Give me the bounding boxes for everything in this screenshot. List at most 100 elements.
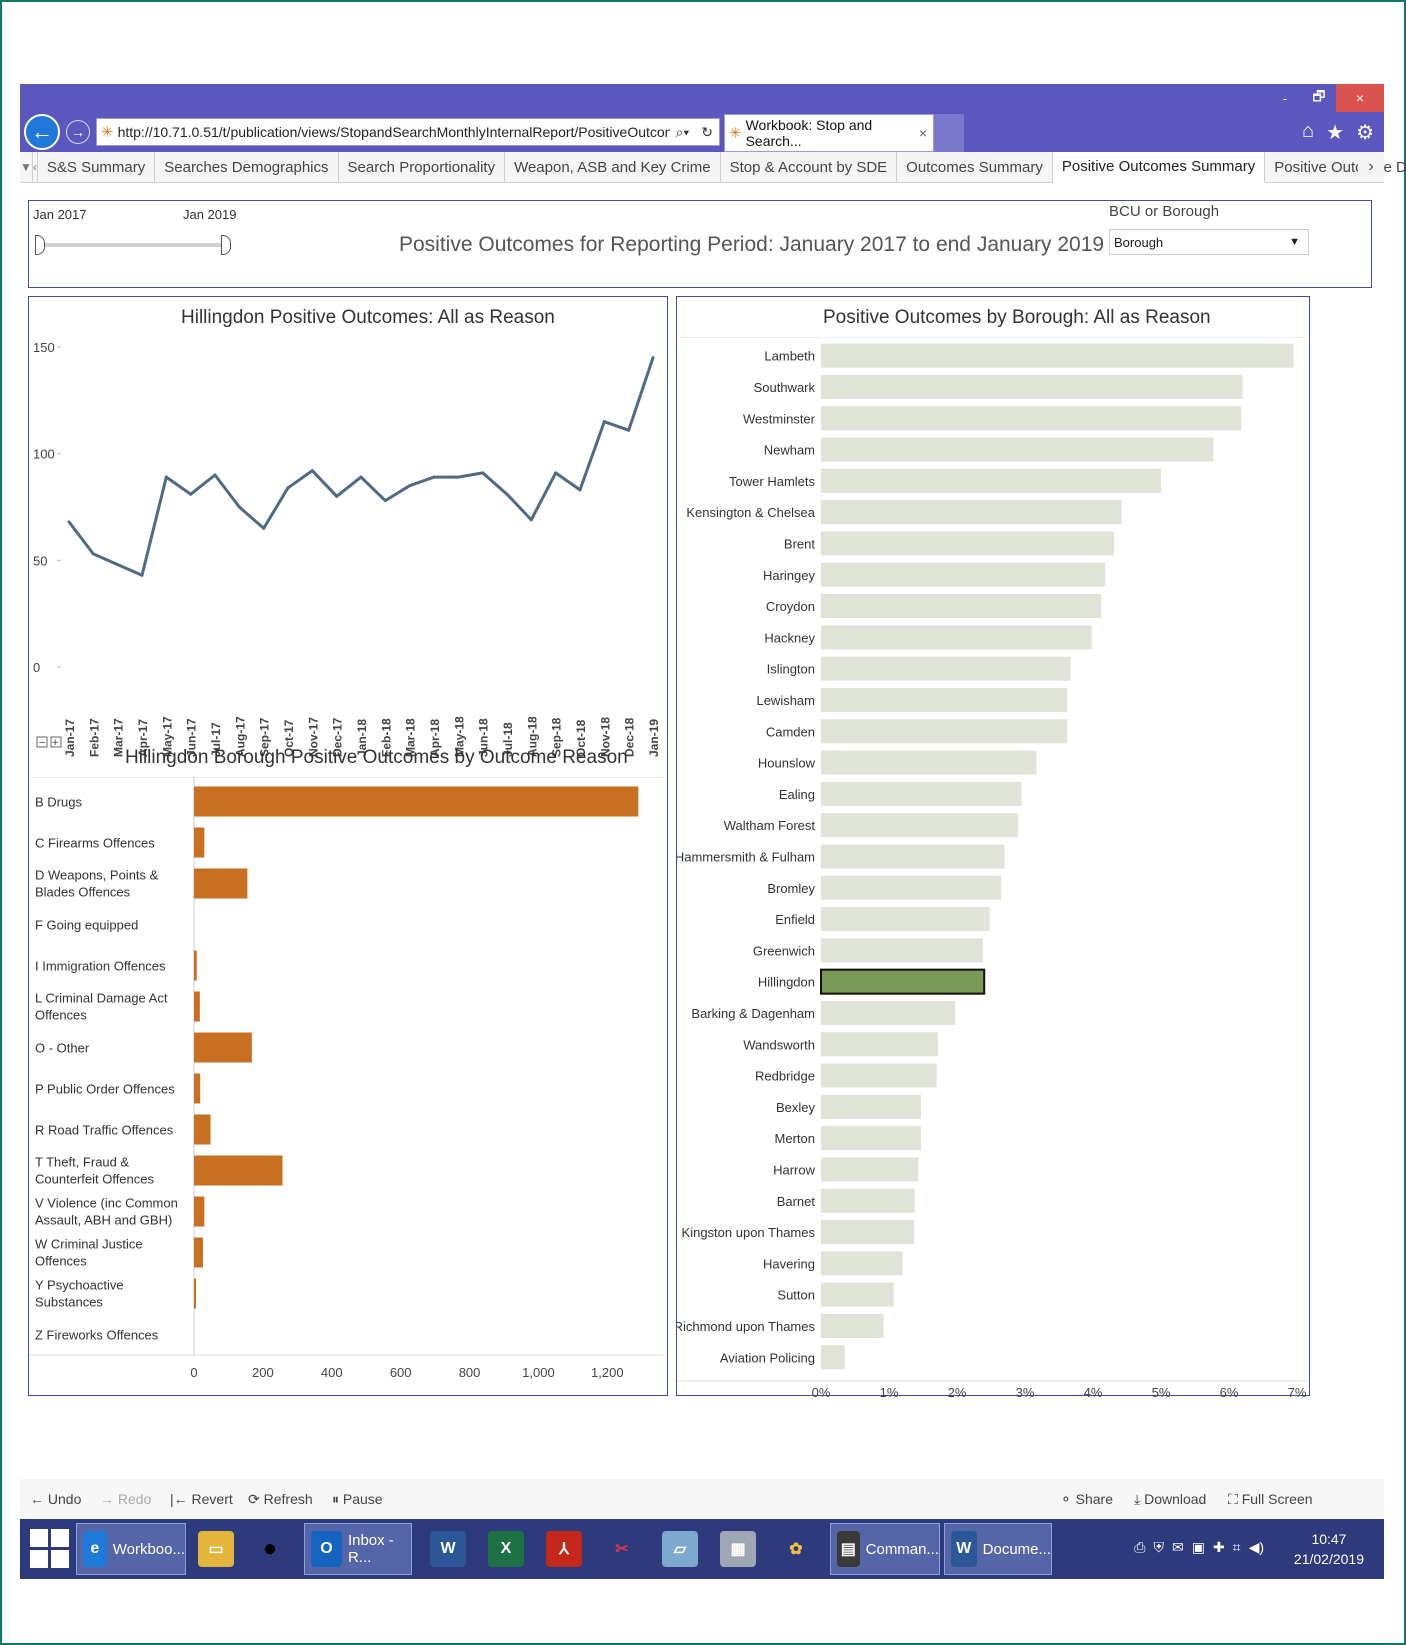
system-tray: ⎙ ⛨ ✉ ▣ ✚ ⌗ ◀): [1134, 1539, 1264, 1556]
printer-icon[interactable]: ⎙: [1134, 1539, 1145, 1556]
right-panel: Positive Outcomes by Borough: All as Rea…: [676, 296, 1310, 1397]
taskbar-snipping[interactable]: ✂: [598, 1523, 646, 1575]
category-label: Southwark: [754, 380, 816, 395]
browser-tab[interactable]: ✳ Workbook: Stop and Search... ×: [724, 114, 934, 152]
security-tray-icon[interactable]: ✚: [1213, 1539, 1225, 1556]
restore-button[interactable]: 🗗: [1302, 84, 1336, 112]
tab-menu-icon[interactable]: ▼: [20, 152, 33, 182]
category-label: Tower Hamlets: [729, 474, 815, 489]
bar: [821, 907, 990, 932]
taskbar-explorer[interactable]: ▭: [192, 1523, 240, 1575]
borough-chart-title: Positive Outcomes by Borough: All as Rea…: [823, 307, 1211, 328]
tab-searches-demographics[interactable]: Searches Demographics: [155, 152, 339, 182]
category-label: O - Other: [35, 1041, 90, 1056]
network-icon[interactable]: ⌗: [1233, 1539, 1241, 1556]
slider-start-handle[interactable]: [35, 235, 45, 255]
revert-button[interactable]: |← Revert: [170, 1491, 233, 1507]
line-point: [383, 499, 387, 503]
taskbar-ie[interactable]: e Workboo...: [76, 1523, 186, 1575]
category-label: D Weapons, Points &: [35, 868, 159, 883]
taskbar-paint[interactable]: ✿: [772, 1523, 820, 1575]
category-label: Islington: [767, 662, 815, 677]
fullscreen-label: Full Screen: [1241, 1491, 1313, 1507]
outlook-tray-icon[interactable]: ✉: [1172, 1539, 1184, 1556]
x-tick-label: 7%: [1288, 1385, 1307, 1397]
forward-button[interactable]: →: [66, 120, 90, 144]
line-series-hillingdon: [67, 357, 655, 577]
borough-bar-chart: Lambeth Southwark Westminster Newham Tower H…: [677, 337, 1307, 1397]
line-point: [554, 471, 558, 475]
undo-button[interactable]: ← Undo: [30, 1491, 81, 1507]
home-icon[interactable]: ⌂: [1302, 120, 1314, 145]
taskbar-bomb-app[interactable]: ●: [246, 1523, 294, 1575]
search-icon[interactable]: ⌕▾: [676, 124, 690, 141]
bar: [821, 1094, 921, 1119]
fullscreen-button[interactable]: ⛶ Full Screen: [1228, 1491, 1313, 1508]
close-button[interactable]: ×: [1336, 84, 1384, 112]
tab-weapon-asb[interactable]: Weapon, ASB and Key Crime: [505, 152, 721, 182]
line-point: [335, 494, 339, 498]
taskbar-acrobat[interactable]: ⅄: [540, 1523, 588, 1575]
line-point: [262, 526, 266, 530]
x-tick-label: 1,200: [591, 1365, 624, 1380]
browser-window: - 🗗 × ← → ✳ http://10.71.0.51/t/publicat…: [20, 84, 1406, 1579]
url-text[interactable]: http://10.71.0.51/t/publication/views/St…: [118, 124, 670, 140]
pause-button[interactable]: ⏸ Pause: [332, 1491, 383, 1508]
address-bar[interactable]: ✳ http://10.71.0.51/t/publication/views/…: [96, 118, 720, 146]
settings-gear-icon[interactable]: ⚙: [1356, 120, 1374, 145]
taskbar-notes[interactable]: ▱: [656, 1523, 704, 1575]
share-button[interactable]: ⚬ Share: [1060, 1491, 1113, 1508]
category-label: T Theft, Fraud &: [35, 1155, 130, 1170]
x-tick-label: 1%: [880, 1385, 899, 1397]
shield-icon[interactable]: ⛨: [1153, 1539, 1164, 1556]
clock[interactable]: 10:47 21/02/2019: [1294, 1529, 1364, 1569]
taskbar-command[interactable]: ▤ Comman...: [830, 1523, 940, 1575]
tab-outcomes-summary[interactable]: Outcomes Summary: [897, 152, 1053, 182]
bcu-dropdown[interactable]: Borough ▼: [1109, 229, 1309, 255]
favorites-icon[interactable]: ★: [1326, 120, 1344, 145]
bar: [194, 1032, 252, 1063]
category-label: Lewisham: [756, 693, 815, 708]
minimize-button[interactable]: -: [1268, 84, 1302, 112]
refresh-button[interactable]: ⟳ Refresh: [248, 1491, 313, 1508]
category-label: Hackney: [764, 630, 815, 645]
redo-button[interactable]: → Redo: [100, 1491, 151, 1507]
bar: [821, 938, 983, 963]
line-chart-title: Hillingdon Positive Outcomes: All as Rea…: [181, 307, 555, 328]
download-label: Download: [1144, 1491, 1207, 1507]
bar: [194, 1278, 196, 1309]
windows-start-icon[interactable]: [26, 1525, 72, 1571]
bar: [821, 1313, 884, 1338]
refresh-icon[interactable]: ↻: [701, 124, 713, 141]
tab-ss-summary[interactable]: S&S Summary: [38, 152, 156, 182]
app-tray-icon[interactable]: ▣: [1192, 1539, 1205, 1556]
tab-next-icon[interactable]: ›: [1358, 152, 1384, 182]
category-label: Z Fireworks Offences: [35, 1328, 159, 1343]
date-slider-track[interactable]: [39, 243, 229, 247]
x-tick-label: 2%: [948, 1385, 967, 1397]
tab-positive-outcome-d[interactable]: Positive Outcome D: [1265, 152, 1406, 182]
volume-icon[interactable]: ◀): [1249, 1539, 1264, 1556]
close-tab-icon[interactable]: ×: [919, 125, 927, 141]
taskbar-outlook[interactable]: O Inbox - R...: [304, 1523, 412, 1575]
tab-positive-outcomes-summary[interactable]: Positive Outcomes Summary: [1052, 151, 1266, 183]
x-tick-label: 5%: [1152, 1385, 1171, 1397]
taskbar-document[interactable]: W Docume...: [944, 1523, 1052, 1575]
taskbar-calculator[interactable]: ▦: [714, 1523, 762, 1575]
tab-stop-account[interactable]: Stop & Account by SDE: [721, 152, 898, 182]
taskbar-word[interactable]: W: [424, 1523, 472, 1575]
back-button[interactable]: ←: [24, 114, 60, 150]
slider-end-handle[interactable]: [221, 235, 231, 255]
bar: [821, 1188, 915, 1213]
reason-bar-chart: B Drugs C Firearms Offences D Weapons, Poi…: [29, 777, 665, 1380]
tab-search-proportionality[interactable]: Search Proportionality: [339, 152, 506, 182]
window-controls: - 🗗 ×: [1268, 84, 1384, 112]
bomb-icon: ●: [262, 1535, 278, 1562]
new-tab-button[interactable]: [934, 114, 964, 152]
category-label: I Immigration Offences: [35, 959, 166, 974]
category-label: Harrow: [773, 1162, 816, 1177]
taskbar-document-label: Docume...: [982, 1540, 1051, 1558]
download-button[interactable]: ⤓ Download: [1134, 1491, 1206, 1508]
taskbar-excel[interactable]: X: [482, 1523, 530, 1575]
line-point: [432, 475, 436, 479]
